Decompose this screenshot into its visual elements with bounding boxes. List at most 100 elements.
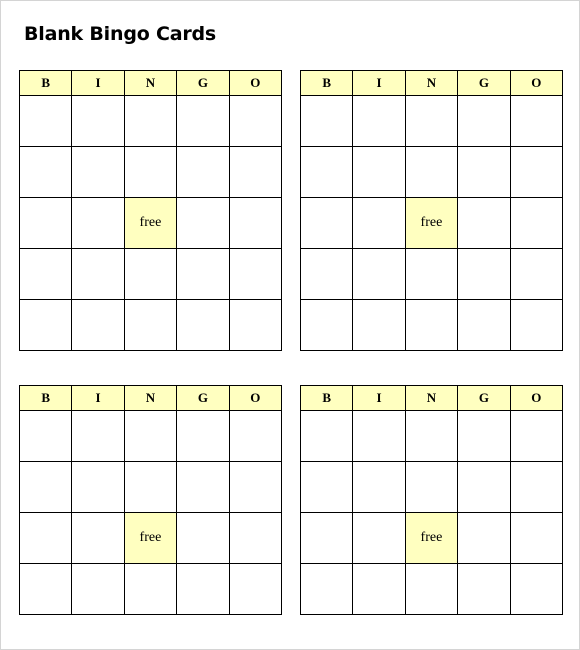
bingo-cell bbox=[299, 146, 354, 198]
bingo-row bbox=[18, 299, 283, 351]
bingo-cell bbox=[352, 248, 406, 300]
bingo-card-3: B I N G Ofree bbox=[18, 385, 283, 615]
bingo-cell bbox=[299, 461, 354, 513]
bingo-header-n: N bbox=[404, 385, 459, 411]
bingo-row bbox=[299, 299, 564, 351]
bingo-cell bbox=[352, 410, 406, 462]
bingo-row bbox=[299, 461, 564, 513]
free-space: free bbox=[404, 512, 459, 564]
bingo-row bbox=[299, 410, 564, 462]
bingo-header-b: B bbox=[18, 70, 73, 96]
bingo-header-b: B bbox=[299, 70, 354, 96]
bingo-cell bbox=[404, 563, 459, 615]
bingo-cell bbox=[228, 512, 283, 564]
document-page: Blank Bingo Cards B I N G Ofree B I N G Ofree BI… bbox=[0, 0, 580, 650]
bingo-cell bbox=[352, 299, 406, 351]
bingo-cell bbox=[71, 248, 125, 300]
bingo-cell bbox=[176, 410, 230, 462]
bingo-cell bbox=[457, 512, 511, 564]
bingo-header-g: G bbox=[176, 70, 230, 96]
bingo-cell bbox=[457, 146, 511, 198]
bingo-cell bbox=[123, 299, 178, 351]
bingo-header-g: G bbox=[457, 385, 511, 411]
bingo-cell bbox=[123, 410, 178, 462]
bingo-cell bbox=[299, 512, 354, 564]
bingo-card-1: B I N G O free bbox=[18, 70, 283, 351]
bingo-cell bbox=[228, 95, 283, 147]
bingo-row bbox=[18, 95, 283, 147]
bingo-row bbox=[299, 146, 564, 198]
bingo-cell bbox=[457, 410, 511, 462]
bingo-cell bbox=[509, 563, 564, 615]
bingo-cell bbox=[18, 512, 73, 564]
bingo-header-row: BINGO bbox=[299, 70, 564, 96]
bingo-header-row: BINGO bbox=[18, 70, 283, 96]
bingo-cell bbox=[352, 461, 406, 513]
bingo-header-g: G bbox=[457, 70, 511, 96]
bingo-cell bbox=[299, 197, 354, 249]
bingo-cell bbox=[228, 146, 283, 198]
bingo-cell bbox=[18, 146, 73, 198]
bingo-cell bbox=[457, 299, 511, 351]
bingo-cell bbox=[299, 95, 354, 147]
bingo-cell bbox=[176, 197, 230, 249]
bingo-cell bbox=[123, 146, 178, 198]
bingo-cell bbox=[18, 410, 73, 462]
bingo-cell bbox=[457, 461, 511, 513]
free-space: free bbox=[123, 197, 178, 249]
bingo-cell bbox=[18, 95, 73, 147]
bingo-cell bbox=[176, 95, 230, 147]
bingo-cell bbox=[228, 248, 283, 300]
bingo-row: free bbox=[299, 512, 564, 564]
bingo-row bbox=[299, 95, 564, 147]
bingo-cell bbox=[509, 248, 564, 300]
bingo-cell bbox=[123, 461, 178, 513]
bingo-cell bbox=[71, 146, 125, 198]
page-title: Blank Bingo Cards bbox=[24, 23, 217, 45]
bingo-header-n: N bbox=[123, 70, 178, 96]
bingo-row bbox=[18, 410, 283, 462]
bingo-cell bbox=[228, 563, 283, 615]
bingo-cell bbox=[176, 248, 230, 300]
bingo-header-b: B bbox=[299, 385, 354, 411]
bingo-cell bbox=[71, 512, 125, 564]
bingo-row bbox=[18, 461, 283, 513]
bingo-row bbox=[18, 146, 283, 198]
bingo-cell bbox=[509, 197, 564, 249]
bingo-row bbox=[18, 248, 283, 300]
bingo-header-o: O bbox=[509, 70, 564, 96]
bingo-cell bbox=[71, 563, 125, 615]
bingo-cell bbox=[404, 461, 459, 513]
bingo-header-i: I bbox=[352, 70, 406, 96]
bingo-cell bbox=[123, 563, 178, 615]
bingo-cell bbox=[457, 248, 511, 300]
bingo-cell bbox=[71, 461, 125, 513]
bingo-cell bbox=[299, 410, 354, 462]
bingo-row: free bbox=[299, 197, 564, 249]
bingo-cell bbox=[71, 95, 125, 147]
bingo-header-i: I bbox=[352, 385, 406, 411]
bingo-cell bbox=[18, 299, 73, 351]
bingo-cell bbox=[352, 146, 406, 198]
bingo-cell bbox=[18, 563, 73, 615]
bingo-cell bbox=[457, 95, 511, 147]
bingo-cell bbox=[509, 461, 564, 513]
bingo-cell bbox=[404, 95, 459, 147]
free-space: free bbox=[404, 197, 459, 249]
bingo-header-o: O bbox=[228, 385, 283, 411]
bingo-row bbox=[299, 248, 564, 300]
bingo-row: free bbox=[18, 512, 283, 564]
bingo-header-b: B bbox=[18, 385, 73, 411]
bingo-cell bbox=[176, 461, 230, 513]
free-space: free bbox=[123, 512, 178, 564]
bingo-cell bbox=[352, 197, 406, 249]
bingo-cell bbox=[509, 512, 564, 564]
bingo-cell bbox=[457, 563, 511, 615]
bingo-cell bbox=[509, 299, 564, 351]
bingo-cell bbox=[404, 410, 459, 462]
bingo-cell bbox=[509, 95, 564, 147]
bingo-cell bbox=[509, 410, 564, 462]
bingo-cell bbox=[18, 197, 73, 249]
bingo-cell bbox=[176, 146, 230, 198]
bingo-cell bbox=[228, 461, 283, 513]
